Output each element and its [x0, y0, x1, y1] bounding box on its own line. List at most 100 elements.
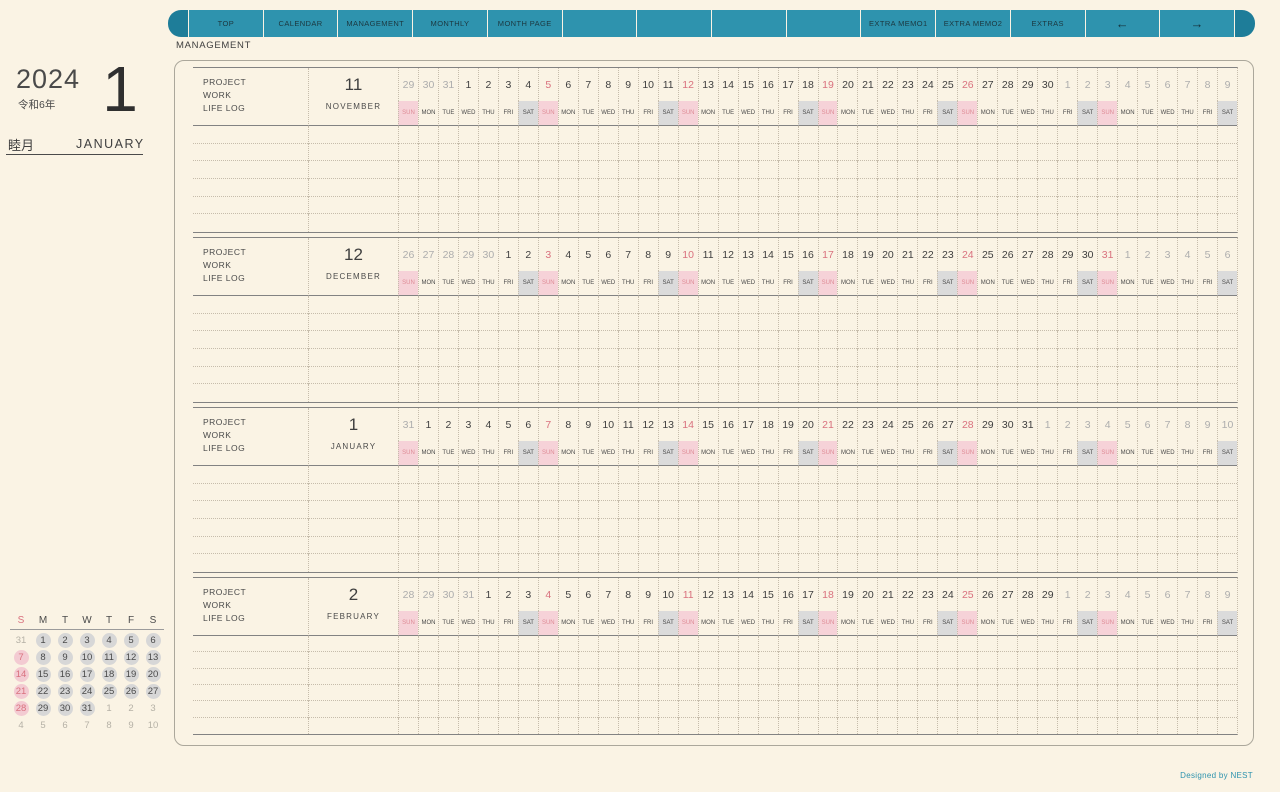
- mini-cal-day[interactable]: 1: [32, 632, 54, 649]
- nav-tab-extras[interactable]: EXTRAS: [1011, 10, 1085, 37]
- mini-cal-day[interactable]: 20: [142, 666, 164, 683]
- writing-cell: [1137, 314, 1157, 332]
- writing-cell: [1177, 701, 1197, 717]
- writing-cell: [578, 466, 598, 484]
- writing-cell: [718, 384, 738, 402]
- writing-cell: [917, 701, 937, 717]
- sidebar-era: 令和6年: [18, 97, 55, 112]
- nav-tab-calendar[interactable]: CALENDAR: [264, 10, 338, 37]
- writing-cell: [638, 685, 658, 701]
- writing-cell: [1157, 537, 1177, 555]
- writing-cell: [957, 701, 977, 717]
- mini-cal-day-number: 26: [124, 684, 139, 699]
- mini-cal-day[interactable]: 23: [54, 683, 76, 700]
- writing-cell: [518, 484, 538, 502]
- writing-cell: [937, 126, 957, 144]
- day-name-cell: THU: [897, 611, 917, 636]
- writing-cell: [837, 296, 857, 314]
- day-name-cell: TUE: [578, 441, 598, 466]
- nav-tab-management[interactable]: MANAGEMENT: [338, 10, 412, 37]
- mini-cal-day[interactable]: 6: [142, 632, 164, 649]
- writing-cell: [1177, 367, 1197, 385]
- mini-cal-day[interactable]: 10: [76, 649, 98, 666]
- writing-cell: [478, 349, 498, 367]
- writing-cell: [518, 179, 538, 197]
- mini-cal-day[interactable]: 14: [10, 666, 32, 683]
- writing-cell: [877, 331, 897, 349]
- row-label: PROJECT: [203, 586, 308, 599]
- nav-tab-extra-memo2[interactable]: EXTRA MEMO2: [936, 10, 1010, 37]
- month-number: 12: [309, 245, 398, 265]
- day-number-cell: 18: [758, 408, 778, 441]
- writing-cell: [698, 636, 718, 652]
- writing-cell: [937, 685, 957, 701]
- writing-cell: [698, 685, 718, 701]
- mini-cal-day[interactable]: 15: [32, 666, 54, 683]
- nav-tab-month-page[interactable]: MONTH PAGE: [488, 10, 562, 37]
- mini-cal-day[interactable]: 12: [120, 649, 142, 666]
- mini-cal-day[interactable]: 4: [98, 632, 120, 649]
- writing-cell: [977, 126, 997, 144]
- day-name-cell: THU: [478, 271, 498, 296]
- writing-cell: [917, 214, 937, 232]
- day-name-cell: TUE: [997, 101, 1017, 126]
- mini-cal-day[interactable]: 30: [54, 700, 76, 717]
- writing-cell: [1097, 685, 1117, 701]
- day-number-cell: 1: [1037, 408, 1057, 441]
- writing-cell: [798, 554, 818, 572]
- day-number-cell: 14: [718, 68, 738, 101]
- mini-cal-day[interactable]: 8: [32, 649, 54, 666]
- mini-cal-day[interactable]: 26: [120, 683, 142, 700]
- mini-cal-day[interactable]: 24: [76, 683, 98, 700]
- writing-cell: [818, 718, 838, 734]
- writing-cell: [877, 636, 897, 652]
- nav-tab-next[interactable]: →: [1160, 10, 1234, 37]
- writing-cell: [308, 126, 398, 144]
- day-name-cell: WED: [1157, 271, 1177, 296]
- mini-cal-day[interactable]: 17: [76, 666, 98, 683]
- day-number-cell: 16: [718, 408, 738, 441]
- mini-cal-day[interactable]: 25: [98, 683, 120, 700]
- writing-cell: [758, 331, 778, 349]
- writing-cell: [917, 685, 937, 701]
- mini-cal-day[interactable]: 31: [76, 700, 98, 717]
- mini-cal-day[interactable]: 3: [76, 632, 98, 649]
- mini-cal-day[interactable]: 21: [10, 683, 32, 700]
- mini-cal-day[interactable]: 9: [54, 649, 76, 666]
- writing-cell: [698, 331, 718, 349]
- mini-cal-day[interactable]: 19: [120, 666, 142, 683]
- nav-tab-top[interactable]: TOP: [189, 10, 263, 37]
- day-number-cell: 8: [618, 578, 638, 611]
- mini-cal-day[interactable]: 29: [32, 700, 54, 717]
- day-name-cell: THU: [758, 101, 778, 126]
- mini-cal-day[interactable]: 13: [142, 649, 164, 666]
- writing-cell: [308, 718, 398, 734]
- nav-tab-extra-memo1[interactable]: EXTRA MEMO1: [861, 10, 935, 37]
- writing-cell: [1137, 636, 1157, 652]
- writing-cell: [558, 501, 578, 519]
- day-number-cell: 17: [738, 408, 758, 441]
- day-number-cell: 10: [678, 238, 698, 271]
- writing-cell: [818, 296, 838, 314]
- writing-cell: [738, 466, 758, 484]
- nav-tab-monthly[interactable]: MONTHLY: [413, 10, 487, 37]
- mini-cal-day[interactable]: 5: [120, 632, 142, 649]
- mini-cal-day[interactable]: 22: [32, 683, 54, 700]
- mini-cal-day: 5: [32, 717, 54, 734]
- writing-cell: [678, 484, 698, 502]
- writing-cell: [837, 554, 857, 572]
- writing-cell: [578, 669, 598, 685]
- mini-cal-day[interactable]: 11: [98, 649, 120, 666]
- mini-cal-day[interactable]: 28: [10, 700, 32, 717]
- writing-cell: [877, 652, 897, 668]
- mini-cal-day[interactable]: 2: [54, 632, 76, 649]
- nav-tab-prev[interactable]: ←: [1086, 10, 1160, 37]
- writing-cell: [618, 179, 638, 197]
- mini-cal-day[interactable]: 18: [98, 666, 120, 683]
- mini-cal-day[interactable]: 16: [54, 666, 76, 683]
- writing-cell: [398, 554, 418, 572]
- mini-cal-day[interactable]: 27: [142, 683, 164, 700]
- writing-cell: [1157, 669, 1177, 685]
- mini-cal-day[interactable]: 7: [10, 649, 32, 666]
- day-number-cell: 4: [558, 238, 578, 271]
